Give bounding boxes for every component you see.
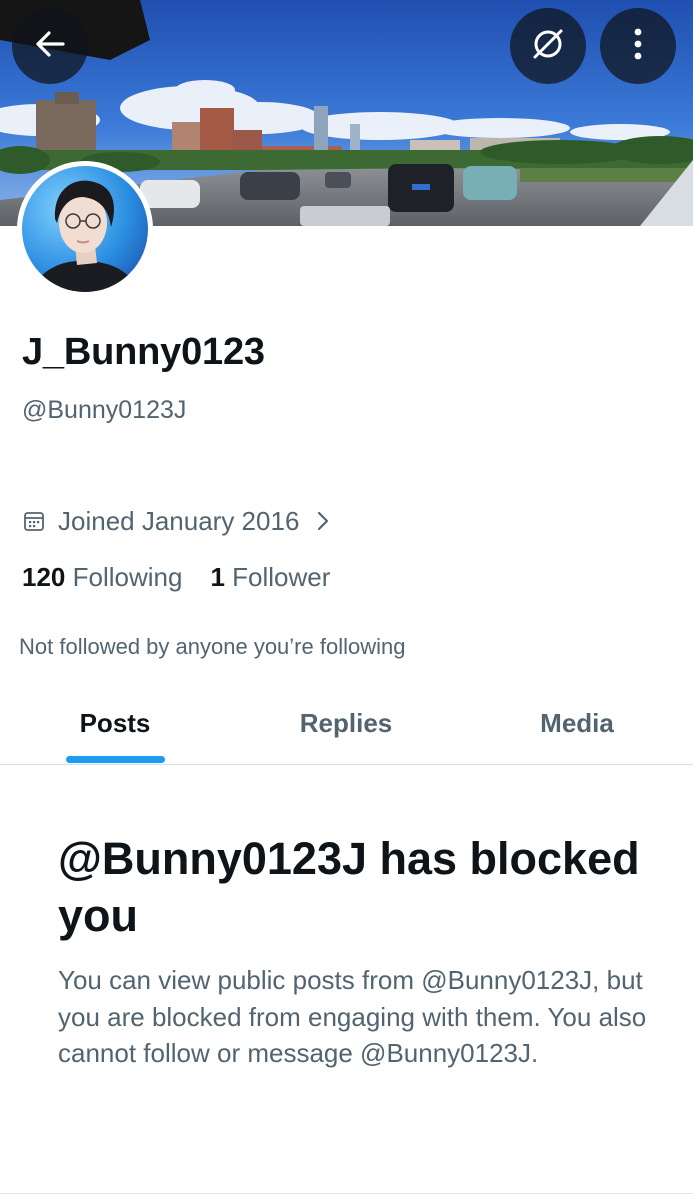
- tab-posts[interactable]: Posts: [40, 690, 190, 764]
- back-button[interactable]: [12, 8, 88, 84]
- grok-slash-circle-icon: [528, 24, 568, 69]
- tab-replies[interactable]: Replies: [270, 690, 422, 764]
- handle: @Bunny0123J: [22, 396, 187, 424]
- following-link[interactable]: 120 Following: [22, 559, 182, 595]
- joined-date-text: Joined January 2016: [58, 505, 300, 536]
- follow-stats: 120 Following 1 Follower: [22, 559, 330, 595]
- grok-button[interactable]: [510, 8, 586, 84]
- followers-count: 1: [210, 562, 225, 592]
- active-tab-indicator: [66, 756, 165, 763]
- tab-media[interactable]: Media: [500, 690, 654, 764]
- blocked-description: You can view public posts from @Bunny012…: [58, 965, 647, 1068]
- joined-date-row[interactable]: Joined January 2016: [22, 503, 331, 539]
- followers-label: Follower: [232, 562, 331, 592]
- blocked-title: @Bunny0123J has blocked you: [58, 833, 640, 941]
- avatar-photo: [17, 161, 153, 297]
- divider: [0, 1193, 693, 1194]
- profile-tabs: Posts Replies Media: [0, 690, 693, 765]
- arrow-left-icon: [33, 27, 67, 66]
- following-count: 120: [22, 562, 66, 592]
- avatar[interactable]: [17, 161, 153, 297]
- more-vertical-icon: [633, 27, 643, 66]
- followers-link[interactable]: 1 Follower: [210, 559, 330, 595]
- display-name: J_Bunny0123: [22, 331, 265, 373]
- chevron-right-icon: [315, 510, 331, 532]
- following-label: Following: [72, 562, 183, 592]
- mutual-followers-note: Not followed by anyone you’re following: [19, 634, 406, 659]
- calendar-icon: [22, 509, 46, 533]
- more-options-button[interactable]: [600, 8, 676, 84]
